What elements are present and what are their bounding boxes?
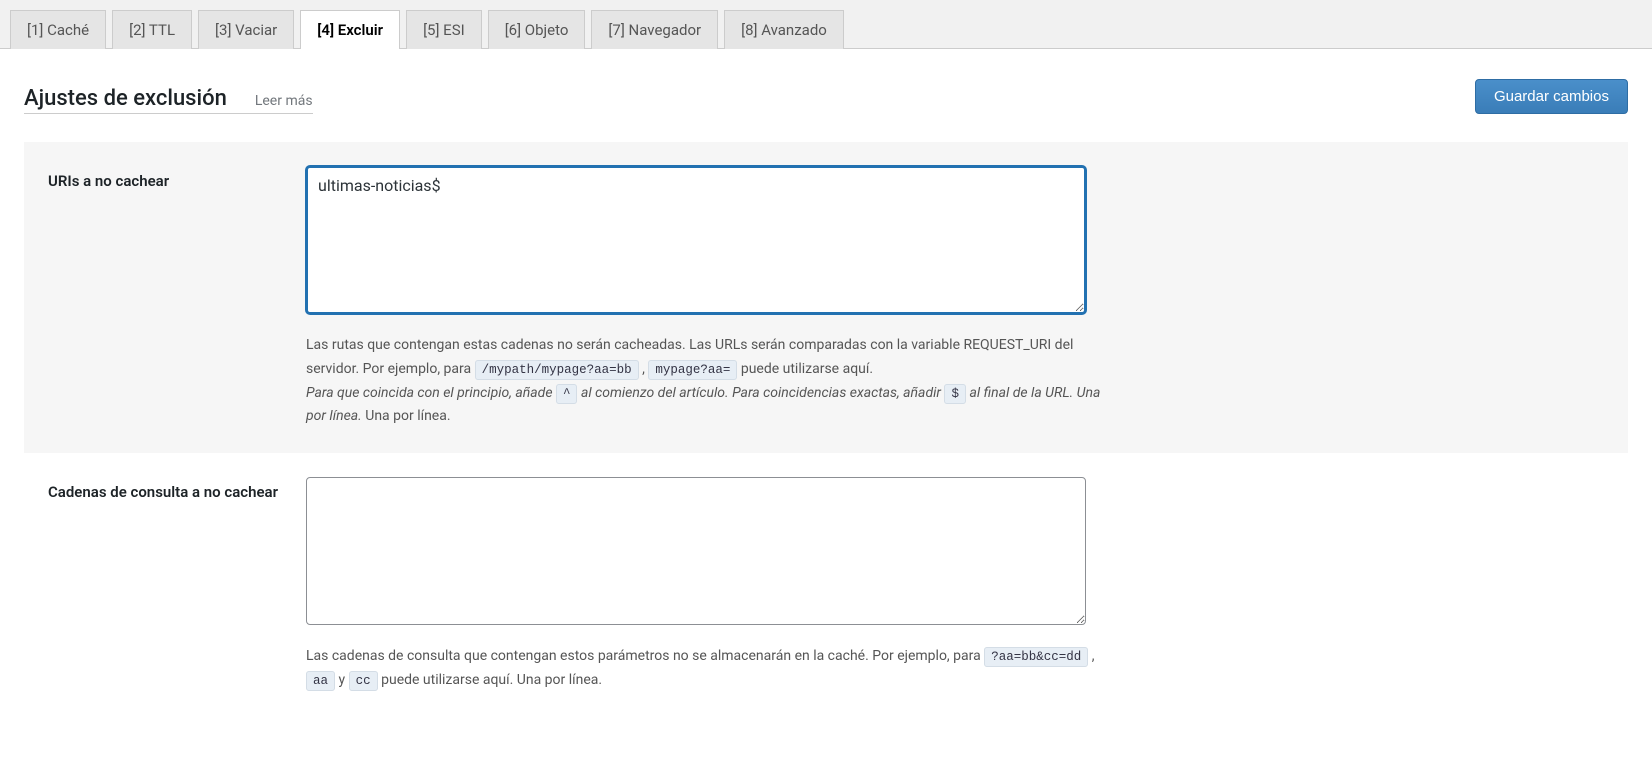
field-label-uris: URIs a no cachear <box>48 166 288 429</box>
tab-object[interactable]: [6] Objeto <box>488 10 586 49</box>
uris-no-cache-textarea[interactable] <box>306 166 1086 314</box>
tab-ttl[interactable]: [2] TTL <box>112 10 192 49</box>
desc-italic-pre: Para que coincida con el principio, añad… <box>306 385 556 401</box>
desc-sep: , <box>1092 648 1095 664</box>
code-cc: cc <box>349 671 378 691</box>
field-body-uris: Las rutas que contengan estas cadenas no… <box>306 166 1106 429</box>
field-label-query: Cadenas de consulta a no cachear <box>48 477 288 693</box>
query-description: Las cadenas de consulta que contengan es… <box>306 645 1106 693</box>
code-dollar: $ <box>944 384 966 404</box>
field-uris-no-cache: URIs a no cachear Las rutas que contenga… <box>24 142 1628 453</box>
code-example-page: mypage?aa= <box>648 360 737 380</box>
tab-browser[interactable]: [7] Navegador <box>591 10 718 49</box>
desc-text: puede utilizarse aquí. Una por línea. <box>381 672 602 688</box>
tab-bar: [1] Caché [2] TTL [3] Vaciar [4] Excluir… <box>0 0 1652 49</box>
settings-panel: Ajustes de exclusión Leer más Guardar ca… <box>0 48 1652 757</box>
field-query-no-cache: Cadenas de consulta a no cachear Las cad… <box>24 453 1628 717</box>
desc-text: puede utilizarse aquí. <box>741 361 873 377</box>
desc-italic-mid: al comienzo del artículo. Para coinciden… <box>581 385 944 401</box>
code-aa: aa <box>306 671 335 691</box>
desc-y: y <box>339 672 349 688</box>
tab-clear[interactable]: [3] Vaciar <box>198 10 294 49</box>
uris-description: Las rutas que contengan estas cadenas no… <box>306 334 1106 429</box>
code-query-example: ?aa=bb&cc=dd <box>984 647 1088 667</box>
query-no-cache-textarea[interactable] <box>306 477 1086 625</box>
desc-tail: Una por línea. <box>365 408 450 424</box>
read-more-link[interactable]: Leer más <box>255 93 313 109</box>
tab-exclude[interactable]: [4] Excluir <box>300 10 400 49</box>
title-group: Ajustes de exclusión Leer más <box>24 86 313 114</box>
tab-cache[interactable]: [1] Caché <box>10 10 106 49</box>
panel-header: Ajustes de exclusión Leer más Guardar ca… <box>24 79 1628 114</box>
save-button[interactable]: Guardar cambios <box>1475 79 1628 114</box>
desc-text: Las cadenas de consulta que contengan es… <box>306 648 984 664</box>
page-title: Ajustes de exclusión <box>24 86 227 111</box>
field-body-query: Las cadenas de consulta que contengan es… <box>306 477 1106 693</box>
code-caret: ^ <box>556 384 578 404</box>
tab-esi[interactable]: [5] ESI <box>406 10 482 49</box>
code-example-path: /mypath/mypage?aa=bb <box>475 360 639 380</box>
tab-advanced[interactable]: [8] Avanzado <box>724 10 844 49</box>
